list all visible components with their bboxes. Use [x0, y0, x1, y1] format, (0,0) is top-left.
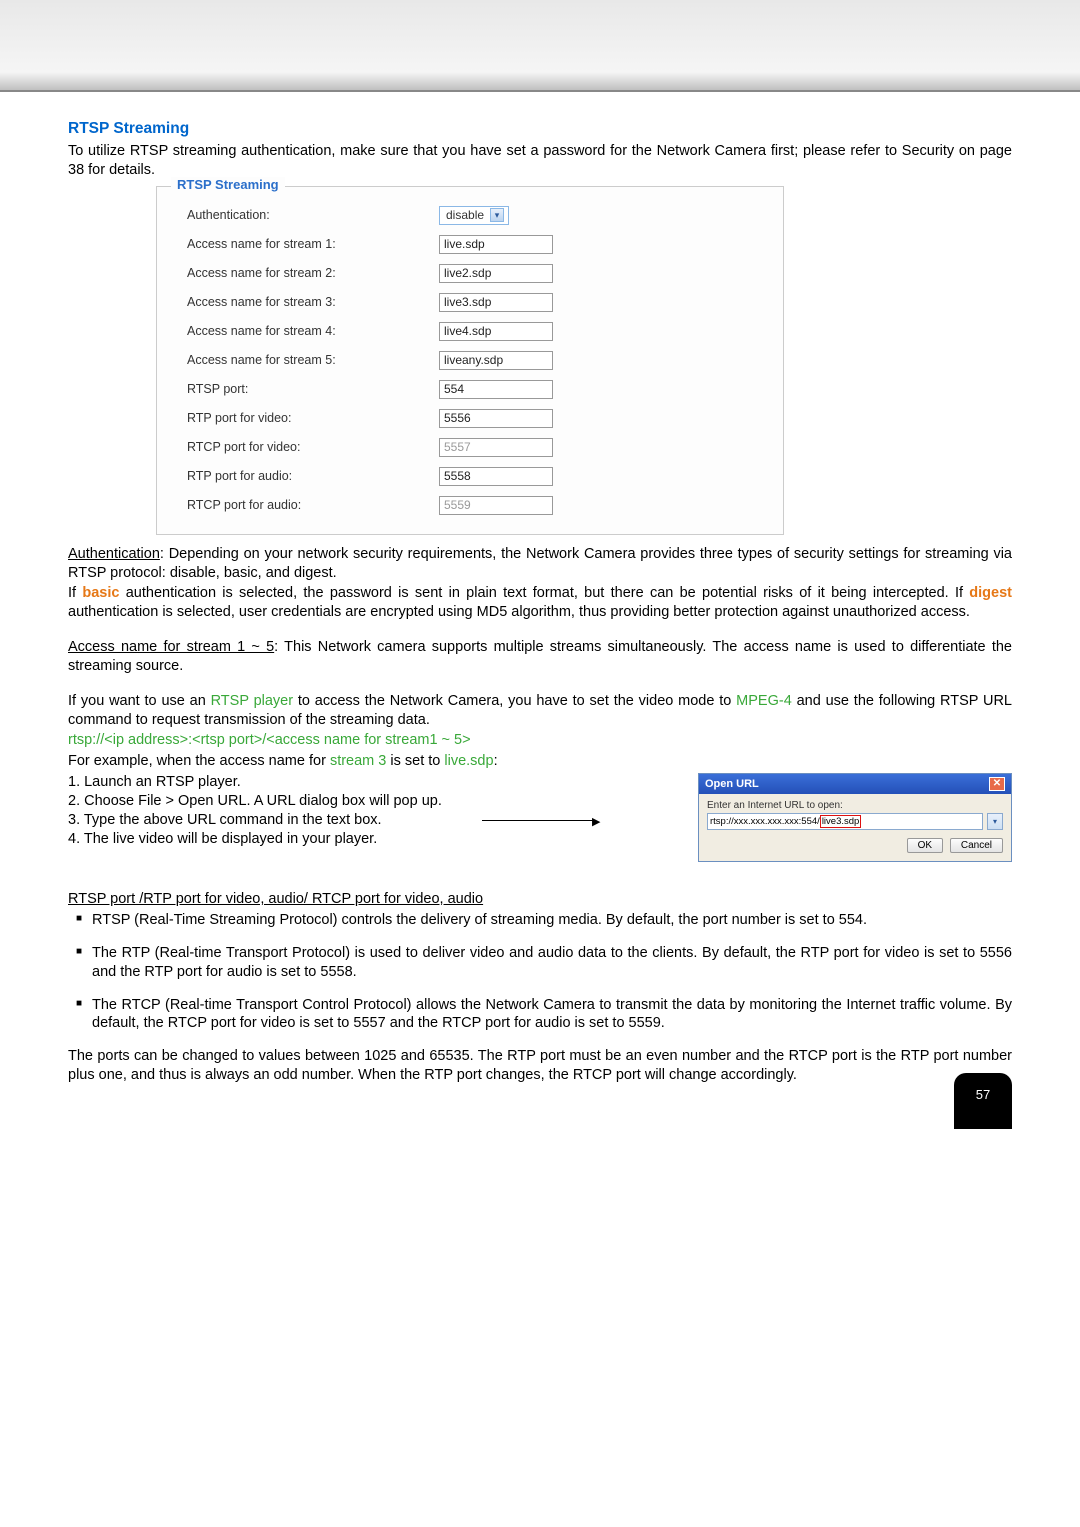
rtsp-port-label: RTSP port: [187, 382, 439, 396]
stream1-input[interactable]: live.sdp [439, 235, 553, 254]
dialog-label: Enter an Internet URL to open: [707, 800, 1003, 811]
auth-text-prefix: If [68, 585, 82, 601]
stream2-input[interactable]: live2.sdp [439, 264, 553, 283]
stream4-label: Access name for stream 4: [187, 324, 439, 338]
stream3-label: Access name for stream 3: [187, 295, 439, 309]
example-suffix: : [494, 753, 498, 769]
intro-paragraph: To utilize RTSP streaming authentication… [68, 142, 1012, 180]
stream1-label: Access name for stream 1: [187, 237, 439, 251]
open-url-dialog: Open URL ✕ Enter an Internet URL to open… [698, 773, 1012, 862]
chevron-down-icon: ▾ [490, 208, 504, 222]
url-input[interactable]: rtsp://xxx.xxx.xxx.xxx:554/live3.sdp [707, 813, 983, 830]
auth-text-mid: authentication is selected, the password… [119, 585, 969, 601]
ports-heading: RTSP port /RTP port for video, audio/ RT… [68, 890, 1012, 909]
authentication-text-1: : Depending on your network security req… [68, 546, 1012, 581]
page-number-tab: 57 [954, 1073, 1012, 1129]
example-line: For example, when the access name for st… [68, 752, 1012, 771]
example-prefix: For example, when the access name for [68, 753, 330, 769]
ports-footer-paragraph: The ports can be changed to values betwe… [68, 1047, 1012, 1085]
rtp-video-label: RTP port for video: [187, 411, 439, 425]
access-name-paragraph: Access name for stream 1 ~ 5: This Netwo… [68, 638, 1012, 676]
authentication-heading: Authentication [68, 546, 160, 562]
dialog-title-text: Open URL [705, 778, 759, 790]
authentication-paragraph-2: If basic authentication is selected, the… [68, 584, 1012, 622]
example-sdp: live.sdp [444, 753, 493, 769]
rtcp-audio-input: 5559 [439, 496, 553, 515]
mpeg4-keyword: MPEG-4 [736, 693, 792, 709]
rtcp-video-input: 5557 [439, 438, 553, 457]
access-name-heading: Access name for stream 1 ~ 5 [68, 639, 274, 655]
cancel-button[interactable]: Cancel [950, 838, 1003, 853]
list-item: RTSP (Real-Time Streaming Protocol) cont… [68, 911, 1012, 930]
rtcp-video-label: RTCP port for video: [187, 440, 439, 454]
dropdown-icon[interactable]: ▾ [987, 813, 1003, 830]
example-stream: stream 3 [330, 753, 386, 769]
step-3-text: 3. Type the above URL command in the tex… [68, 812, 382, 828]
stream5-input[interactable]: liveany.sdp [439, 351, 553, 370]
rtp-video-input[interactable]: 5556 [439, 409, 553, 428]
auth-label: Authentication: [187, 208, 439, 222]
ports-bullet-list: RTSP (Real-Time Streaming Protocol) cont… [68, 911, 1012, 1033]
rtsp-player-paragraph: If you want to use an RTSP player to acc… [68, 692, 1012, 730]
list-item: The RTCP (Real-time Transport Control Pr… [68, 996, 1012, 1034]
authentication-paragraph-1: Authentication: Depending on your networ… [68, 545, 1012, 583]
stream4-input[interactable]: live4.sdp [439, 322, 553, 341]
close-icon[interactable]: ✕ [989, 777, 1005, 791]
authentication-select[interactable]: disable ▾ [439, 206, 509, 225]
step-4: 4. The live video will be displayed in y… [68, 830, 682, 849]
rtp-audio-label: RTP port for audio: [187, 469, 439, 483]
arrow-right-icon: ▶ [592, 815, 600, 829]
basic-keyword: basic [82, 585, 119, 601]
url-part1: rtsp://xxx.xxx.xxx.xxx:554/ [710, 816, 820, 827]
rtp-audio-input[interactable]: 5558 [439, 467, 553, 486]
stream2-label: Access name for stream 2: [187, 266, 439, 280]
rtsp-url-template: rtsp://<ip address>:<rtsp port>/<access … [68, 731, 1012, 750]
auth-text-suffix: authentication is selected, user credent… [68, 604, 970, 620]
step-2: 2. Choose File > Open URL. A URL dialog … [68, 792, 682, 811]
url-part2-highlighted: live3.sdp [820, 815, 862, 828]
rtcp-audio-label: RTCP port for audio: [187, 498, 439, 512]
rtsp-player-keyword: RTSP player [211, 693, 293, 709]
stream5-label: Access name for stream 5: [187, 353, 439, 367]
section-title: RTSP Streaming [68, 120, 1012, 138]
authentication-value: disable [446, 208, 484, 222]
stream3-input[interactable]: live3.sdp [439, 293, 553, 312]
rtsp-streaming-fieldset: RTSP Streaming Authentication: disable ▾… [156, 186, 784, 535]
digest-keyword: digest [969, 585, 1012, 601]
rtsp-player-mid: to access the Network Camera, you have t… [293, 693, 736, 709]
fieldset-legend: RTSP Streaming [171, 177, 285, 192]
dialog-titlebar: Open URL ✕ [699, 774, 1011, 794]
rtsp-player-prefix: If you want to use an [68, 693, 211, 709]
page-number: 57 [976, 1087, 990, 1102]
steps-and-dialog: 1. Launch an RTSP player. 2. Choose File… [68, 773, 1012, 862]
page-content: RTSP Streaming To utilize RTSP streaming… [0, 92, 1080, 1147]
step-1: 1. Launch an RTSP player. [68, 773, 682, 792]
list-item: The RTP (Real-time Transport Protocol) i… [68, 944, 1012, 982]
example-mid: is set to [386, 753, 444, 769]
rtsp-port-input[interactable]: 554 [439, 380, 553, 399]
step-3: 3. Type the above URL command in the tex… [68, 811, 682, 830]
page-header-gradient [0, 0, 1080, 92]
ok-button[interactable]: OK [907, 838, 943, 853]
